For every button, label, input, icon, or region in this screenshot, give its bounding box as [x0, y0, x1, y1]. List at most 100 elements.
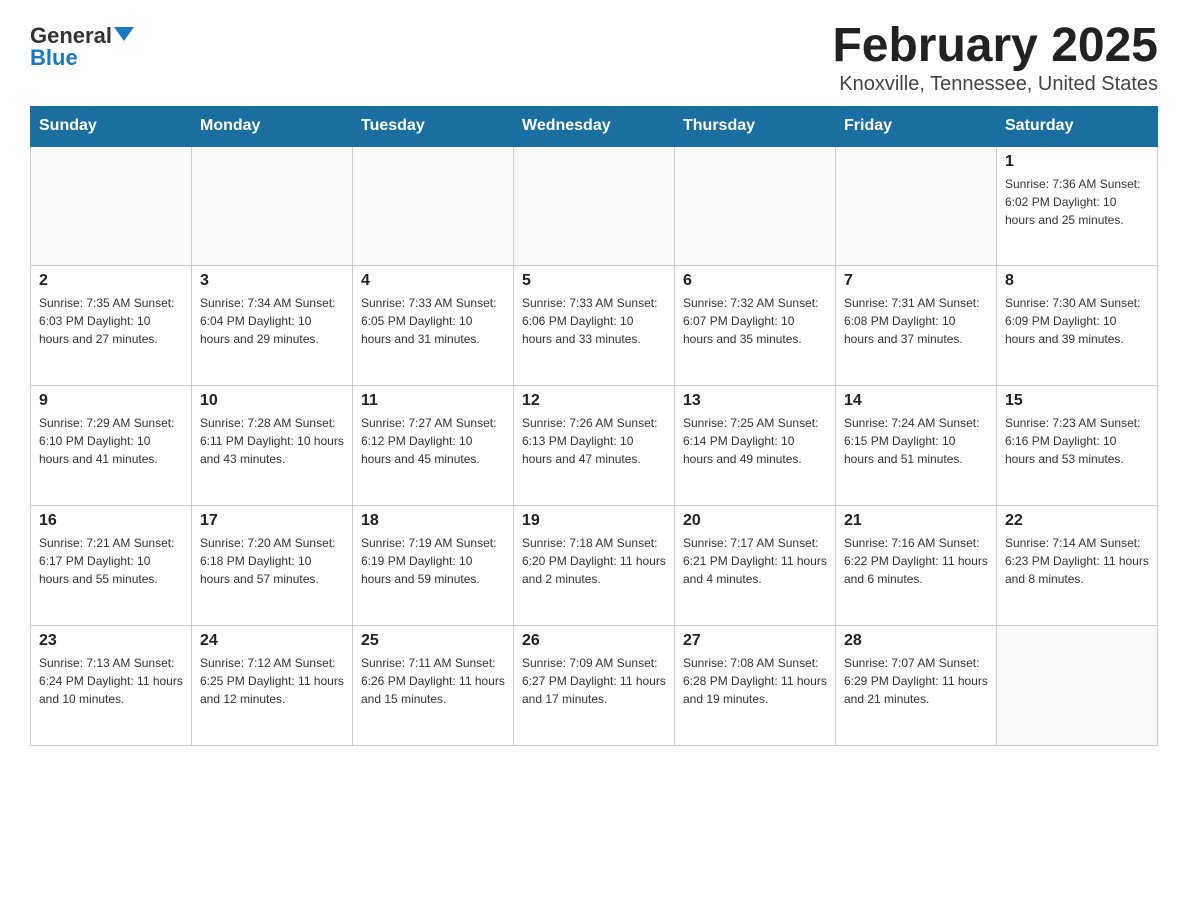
- day-number: 20: [683, 512, 827, 530]
- calendar-header: Sunday Monday Tuesday Wednesday Thursday…: [31, 106, 1158, 146]
- calendar-cell: 2 Sunrise: 7:35 AM Sunset: 6:03 PM Daylig…: [31, 266, 192, 386]
- calendar-cell: 7 Sunrise: 7:31 AM Sunset: 6:08 PM Daylig…: [836, 266, 997, 386]
- day-number: 6: [683, 272, 827, 290]
- calendar-week-5: 23 Sunrise: 7:13 AM Sunset: 6:24 PM Dayli…: [31, 626, 1158, 746]
- calendar-cell: 6 Sunrise: 7:32 AM Sunset: 6:07 PM Daylig…: [675, 266, 836, 386]
- day-info: Sunrise: 7:33 AM Sunset: 6:06 PM Dayligh…: [522, 294, 666, 348]
- day-info: Sunrise: 7:20 AM Sunset: 6:18 PM Dayligh…: [200, 534, 344, 588]
- day-number: 23: [39, 632, 183, 650]
- day-number: 9: [39, 392, 183, 410]
- day-info: Sunrise: 7:32 AM Sunset: 6:07 PM Dayligh…: [683, 294, 827, 348]
- day-number: 15: [1005, 392, 1149, 410]
- day-number: 7: [844, 272, 988, 290]
- day-info: Sunrise: 7:25 AM Sunset: 6:14 PM Dayligh…: [683, 414, 827, 468]
- day-number: 2: [39, 272, 183, 290]
- calendar-cell: 17 Sunrise: 7:20 AM Sunset: 6:18 PM Dayli…: [192, 506, 353, 626]
- calendar-cell: 15 Sunrise: 7:23 AM Sunset: 6:16 PM Dayli…: [997, 386, 1158, 506]
- day-number: 4: [361, 272, 505, 290]
- day-number: 10: [200, 392, 344, 410]
- calendar-cell: [675, 146, 836, 266]
- calendar-cell: [997, 626, 1158, 746]
- day-number: 18: [361, 512, 505, 530]
- day-info: Sunrise: 7:21 AM Sunset: 6:17 PM Dayligh…: [39, 534, 183, 588]
- day-info: Sunrise: 7:34 AM Sunset: 6:04 PM Dayligh…: [200, 294, 344, 348]
- day-number: 5: [522, 272, 666, 290]
- calendar-cell: 5 Sunrise: 7:33 AM Sunset: 6:06 PM Daylig…: [514, 266, 675, 386]
- calendar-cell: 18 Sunrise: 7:19 AM Sunset: 6:19 PM Dayli…: [353, 506, 514, 626]
- calendar-cell: 9 Sunrise: 7:29 AM Sunset: 6:10 PM Daylig…: [31, 386, 192, 506]
- day-number: 26: [522, 632, 666, 650]
- col-thursday: Thursday: [675, 106, 836, 146]
- col-tuesday: Tuesday: [353, 106, 514, 146]
- day-number: 13: [683, 392, 827, 410]
- calendar-cell: 25Sunrise: 7:11 AM Sunset: 6:26 PM Dayli…: [353, 626, 514, 746]
- calendar-cell: 1 Sunrise: 7:36 AM Sunset: 6:02 PM Daylig…: [997, 146, 1158, 266]
- calendar-cell: 19Sunrise: 7:18 AM Sunset: 6:20 PM Dayli…: [514, 506, 675, 626]
- calendar-cell: 13 Sunrise: 7:25 AM Sunset: 6:14 PM Dayli…: [675, 386, 836, 506]
- logo-triangle-icon: [114, 27, 134, 41]
- day-info: Sunrise: 7:17 AM Sunset: 6:21 PM Dayligh…: [683, 534, 827, 588]
- calendar-cell: 3Sunrise: 7:34 AM Sunset: 6:04 PM Daylig…: [192, 266, 353, 386]
- calendar-week-4: 16 Sunrise: 7:21 AM Sunset: 6:17 PM Dayli…: [31, 506, 1158, 626]
- day-info: Sunrise: 7:28 AM Sunset: 6:11 PM Dayligh…: [200, 414, 344, 468]
- day-info: Sunrise: 7:29 AM Sunset: 6:10 PM Dayligh…: [39, 414, 183, 468]
- calendar-cell: 12Sunrise: 7:26 AM Sunset: 6:13 PM Dayli…: [514, 386, 675, 506]
- calendar-cell: [514, 146, 675, 266]
- day-info: Sunrise: 7:14 AM Sunset: 6:23 PM Dayligh…: [1005, 534, 1149, 588]
- day-number: 8: [1005, 272, 1149, 290]
- col-friday: Friday: [836, 106, 997, 146]
- day-info: Sunrise: 7:23 AM Sunset: 6:16 PM Dayligh…: [1005, 414, 1149, 468]
- calendar-cell: [31, 146, 192, 266]
- title-area: February 2025 Knoxville, Tennessee, Unit…: [832, 20, 1158, 96]
- day-info: Sunrise: 7:35 AM Sunset: 6:03 PM Dayligh…: [39, 294, 183, 348]
- calendar-cell: 27Sunrise: 7:08 AM Sunset: 6:28 PM Dayli…: [675, 626, 836, 746]
- col-sunday: Sunday: [31, 106, 192, 146]
- day-info: Sunrise: 7:24 AM Sunset: 6:15 PM Dayligh…: [844, 414, 988, 468]
- calendar-cell: 21Sunrise: 7:16 AM Sunset: 6:22 PM Dayli…: [836, 506, 997, 626]
- day-number: 22: [1005, 512, 1149, 530]
- calendar-cell: 28Sunrise: 7:07 AM Sunset: 6:29 PM Dayli…: [836, 626, 997, 746]
- page-header: General Blue February 2025 Knoxville, Te…: [30, 20, 1158, 96]
- calendar-cell: 11 Sunrise: 7:27 AM Sunset: 6:12 PM Dayli…: [353, 386, 514, 506]
- day-number: 1: [1005, 153, 1149, 171]
- calendar-table: Sunday Monday Tuesday Wednesday Thursday…: [30, 106, 1158, 747]
- calendar-cell: 14 Sunrise: 7:24 AM Sunset: 6:15 PM Dayli…: [836, 386, 997, 506]
- day-number: 16: [39, 512, 183, 530]
- day-number: 24: [200, 632, 344, 650]
- day-info: Sunrise: 7:13 AM Sunset: 6:24 PM Dayligh…: [39, 654, 183, 708]
- day-info: Sunrise: 7:33 AM Sunset: 6:05 PM Dayligh…: [361, 294, 505, 348]
- calendar-title: February 2025: [832, 20, 1158, 73]
- calendar-week-2: 2 Sunrise: 7:35 AM Sunset: 6:03 PM Daylig…: [31, 266, 1158, 386]
- calendar-cell: 16 Sunrise: 7:21 AM Sunset: 6:17 PM Dayli…: [31, 506, 192, 626]
- day-info: Sunrise: 7:09 AM Sunset: 6:27 PM Dayligh…: [522, 654, 666, 708]
- calendar-cell: 20 Sunrise: 7:17 AM Sunset: 6:21 PM Dayli…: [675, 506, 836, 626]
- col-saturday: Saturday: [997, 106, 1158, 146]
- day-number: 17: [200, 512, 344, 530]
- calendar-week-3: 9 Sunrise: 7:29 AM Sunset: 6:10 PM Daylig…: [31, 386, 1158, 506]
- day-info: Sunrise: 7:19 AM Sunset: 6:19 PM Dayligh…: [361, 534, 505, 588]
- day-number: 27: [683, 632, 827, 650]
- day-info: Sunrise: 7:07 AM Sunset: 6:29 PM Dayligh…: [844, 654, 988, 708]
- day-number: 19: [522, 512, 666, 530]
- day-info: Sunrise: 7:36 AM Sunset: 6:02 PM Dayligh…: [1005, 175, 1149, 229]
- day-number: 11: [361, 392, 505, 410]
- calendar-week-1: 1 Sunrise: 7:36 AM Sunset: 6:02 PM Daylig…: [31, 146, 1158, 266]
- day-info: Sunrise: 7:11 AM Sunset: 6:26 PM Dayligh…: [361, 654, 505, 708]
- day-number: 14: [844, 392, 988, 410]
- day-info: Sunrise: 7:30 AM Sunset: 6:09 PM Dayligh…: [1005, 294, 1149, 348]
- logo: General Blue: [30, 20, 134, 69]
- calendar-cell: [836, 146, 997, 266]
- day-info: Sunrise: 7:27 AM Sunset: 6:12 PM Dayligh…: [361, 414, 505, 468]
- calendar-cell: [353, 146, 514, 266]
- calendar-cell: 24Sunrise: 7:12 AM Sunset: 6:25 PM Dayli…: [192, 626, 353, 746]
- col-monday: Monday: [192, 106, 353, 146]
- calendar-cell: 26 Sunrise: 7:09 AM Sunset: 6:27 PM Dayli…: [514, 626, 675, 746]
- calendar-cell: 4 Sunrise: 7:33 AM Sunset: 6:05 PM Daylig…: [353, 266, 514, 386]
- calendar-cell: 10 Sunrise: 7:28 AM Sunset: 6:11 PM Dayli…: [192, 386, 353, 506]
- header-row: Sunday Monday Tuesday Wednesday Thursday…: [31, 106, 1158, 146]
- logo-general-text: General: [30, 25, 112, 47]
- calendar-cell: [192, 146, 353, 266]
- calendar-cell: 23 Sunrise: 7:13 AM Sunset: 6:24 PM Dayli…: [31, 626, 192, 746]
- day-info: Sunrise: 7:31 AM Sunset: 6:08 PM Dayligh…: [844, 294, 988, 348]
- day-info: Sunrise: 7:26 AM Sunset: 6:13 PM Dayligh…: [522, 414, 666, 468]
